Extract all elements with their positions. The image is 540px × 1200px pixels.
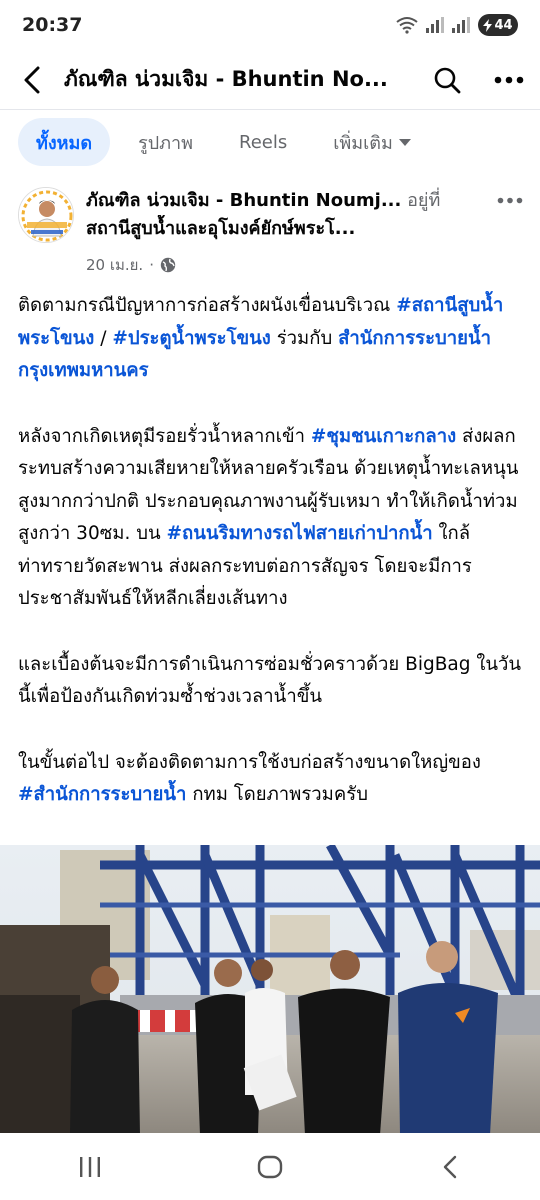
tab-reels[interactable]: Reels bbox=[221, 118, 305, 166]
post-date[interactable]: 20 เม.ย. bbox=[86, 253, 143, 277]
check-in-location[interactable]: สถานีสูบน้ำและอุโมงค์ยักษ์พระโ... bbox=[86, 215, 486, 243]
text: ในขั้นต่อไป จะต้องติดตามการใช้งบก่อสร้าง… bbox=[18, 751, 481, 773]
more-horizontal-icon bbox=[494, 76, 524, 83]
search-button[interactable] bbox=[416, 50, 478, 110]
home-icon bbox=[257, 1155, 283, 1178]
system-nav-bar bbox=[0, 1133, 540, 1200]
battery-charging-icon: 44 bbox=[478, 14, 518, 36]
chevron-down-icon bbox=[398, 138, 411, 146]
hashtag-link[interactable]: #สำนักการระบายน้ำ bbox=[18, 784, 186, 805]
post-photo[interactable] bbox=[0, 845, 540, 1135]
back-button[interactable] bbox=[0, 50, 64, 110]
tab-more[interactable]: เพิ่มเติม bbox=[315, 118, 429, 166]
text: / bbox=[94, 327, 113, 349]
text: ร่วมกับ bbox=[270, 327, 339, 349]
recent-apps-button[interactable] bbox=[50, 1137, 130, 1197]
post-paragraph: และเบื้องต้นจะมีการดำเนินการซ่อมชั่วคราว… bbox=[18, 653, 522, 708]
post-paragraph: หลังจากเกิดเหตุมีรอยรั่วน้ำหลากเข้า #ชุม… bbox=[18, 421, 524, 616]
status-time: 20:37 bbox=[22, 14, 83, 36]
text: หลังจากเกิดเหตุมีรอยรั่วน้ำหลากเข้า bbox=[18, 425, 311, 447]
status-bar: 20:37 44 bbox=[0, 0, 540, 50]
wifi-icon bbox=[396, 17, 418, 34]
meta-separator: · bbox=[149, 256, 154, 274]
signal-icon bbox=[452, 17, 470, 33]
post-author[interactable]: ภัณฑิล น่วมเจิม - Bhuntin Noumj... อยู่ท… bbox=[86, 187, 486, 243]
hashtag-link[interactable]: #ถนนริมทางรถไฟสายเก่าปากน้ำ bbox=[167, 523, 433, 544]
profile-avatar-icon[interactable] bbox=[18, 187, 74, 243]
tab-all[interactable]: ทั้งหมด bbox=[18, 118, 111, 166]
author-suffix: อยู่ที่ bbox=[401, 190, 441, 211]
page-title: ภัณฑิล น่วมเจิม - Bhuntin No... bbox=[64, 67, 388, 91]
tab-photos[interactable]: รูปภาพ bbox=[120, 118, 211, 166]
text: ติดตามกรณีปัญหาการก่อสร้างผนังเขื่อนบริเ… bbox=[18, 295, 397, 316]
post-header: ภัณฑิล น่วมเจิม - Bhuntin Noumj... อยู่ท… bbox=[0, 180, 540, 280]
home-button[interactable] bbox=[230, 1137, 310, 1197]
battery-level: 44 bbox=[494, 17, 513, 33]
tab-label: ทั้งหมด bbox=[36, 132, 93, 154]
filter-tabs: ทั้งหมด รูปภาพ Reels เพิ่มเติม bbox=[0, 117, 540, 167]
signal-icon bbox=[426, 17, 444, 33]
post-paragraph: ในขั้นต่อไป จะต้องติดตามการใช้งบก่อสร้าง… bbox=[18, 747, 524, 812]
more-options-button[interactable] bbox=[478, 50, 540, 110]
post-body: ติดตามกรณีปัญหาการก่อสร้างผนังเขื่อนบริเ… bbox=[18, 290, 524, 845]
tab-label: เพิ่มเติม bbox=[333, 132, 393, 154]
post-paragraph: ติดตามกรณีปัญหาการก่อสร้างผนังเขื่อนบริเ… bbox=[18, 290, 524, 388]
back-icon bbox=[443, 1155, 457, 1178]
author-name[interactable]: ภัณฑิล น่วมเจิม - Bhuntin Noumj... bbox=[86, 190, 401, 211]
hashtag-link[interactable]: #ชุมชนเกาะกลาง bbox=[311, 426, 456, 447]
back-arrow-icon bbox=[24, 66, 40, 93]
page-header: ภัณฑิล น่วมเจิม - Bhuntin No... bbox=[0, 50, 540, 110]
tab-label: Reels bbox=[239, 131, 288, 153]
post-meta: 20 เม.ย. · bbox=[86, 253, 176, 277]
text: กทม โดยภาพรวมครับ bbox=[186, 784, 368, 805]
recent-apps-icon bbox=[80, 1156, 100, 1177]
tab-label: รูปภาพ bbox=[138, 132, 194, 154]
globe-icon bbox=[160, 257, 176, 273]
system-back-button[interactable] bbox=[410, 1137, 490, 1197]
status-icons: 44 bbox=[396, 14, 518, 36]
search-icon bbox=[434, 67, 461, 93]
post-options-button[interactable] bbox=[490, 180, 530, 220]
hashtag-link[interactable]: #ประตูน้ำพระโขนง bbox=[112, 328, 271, 349]
more-horizontal-icon bbox=[497, 197, 523, 203]
